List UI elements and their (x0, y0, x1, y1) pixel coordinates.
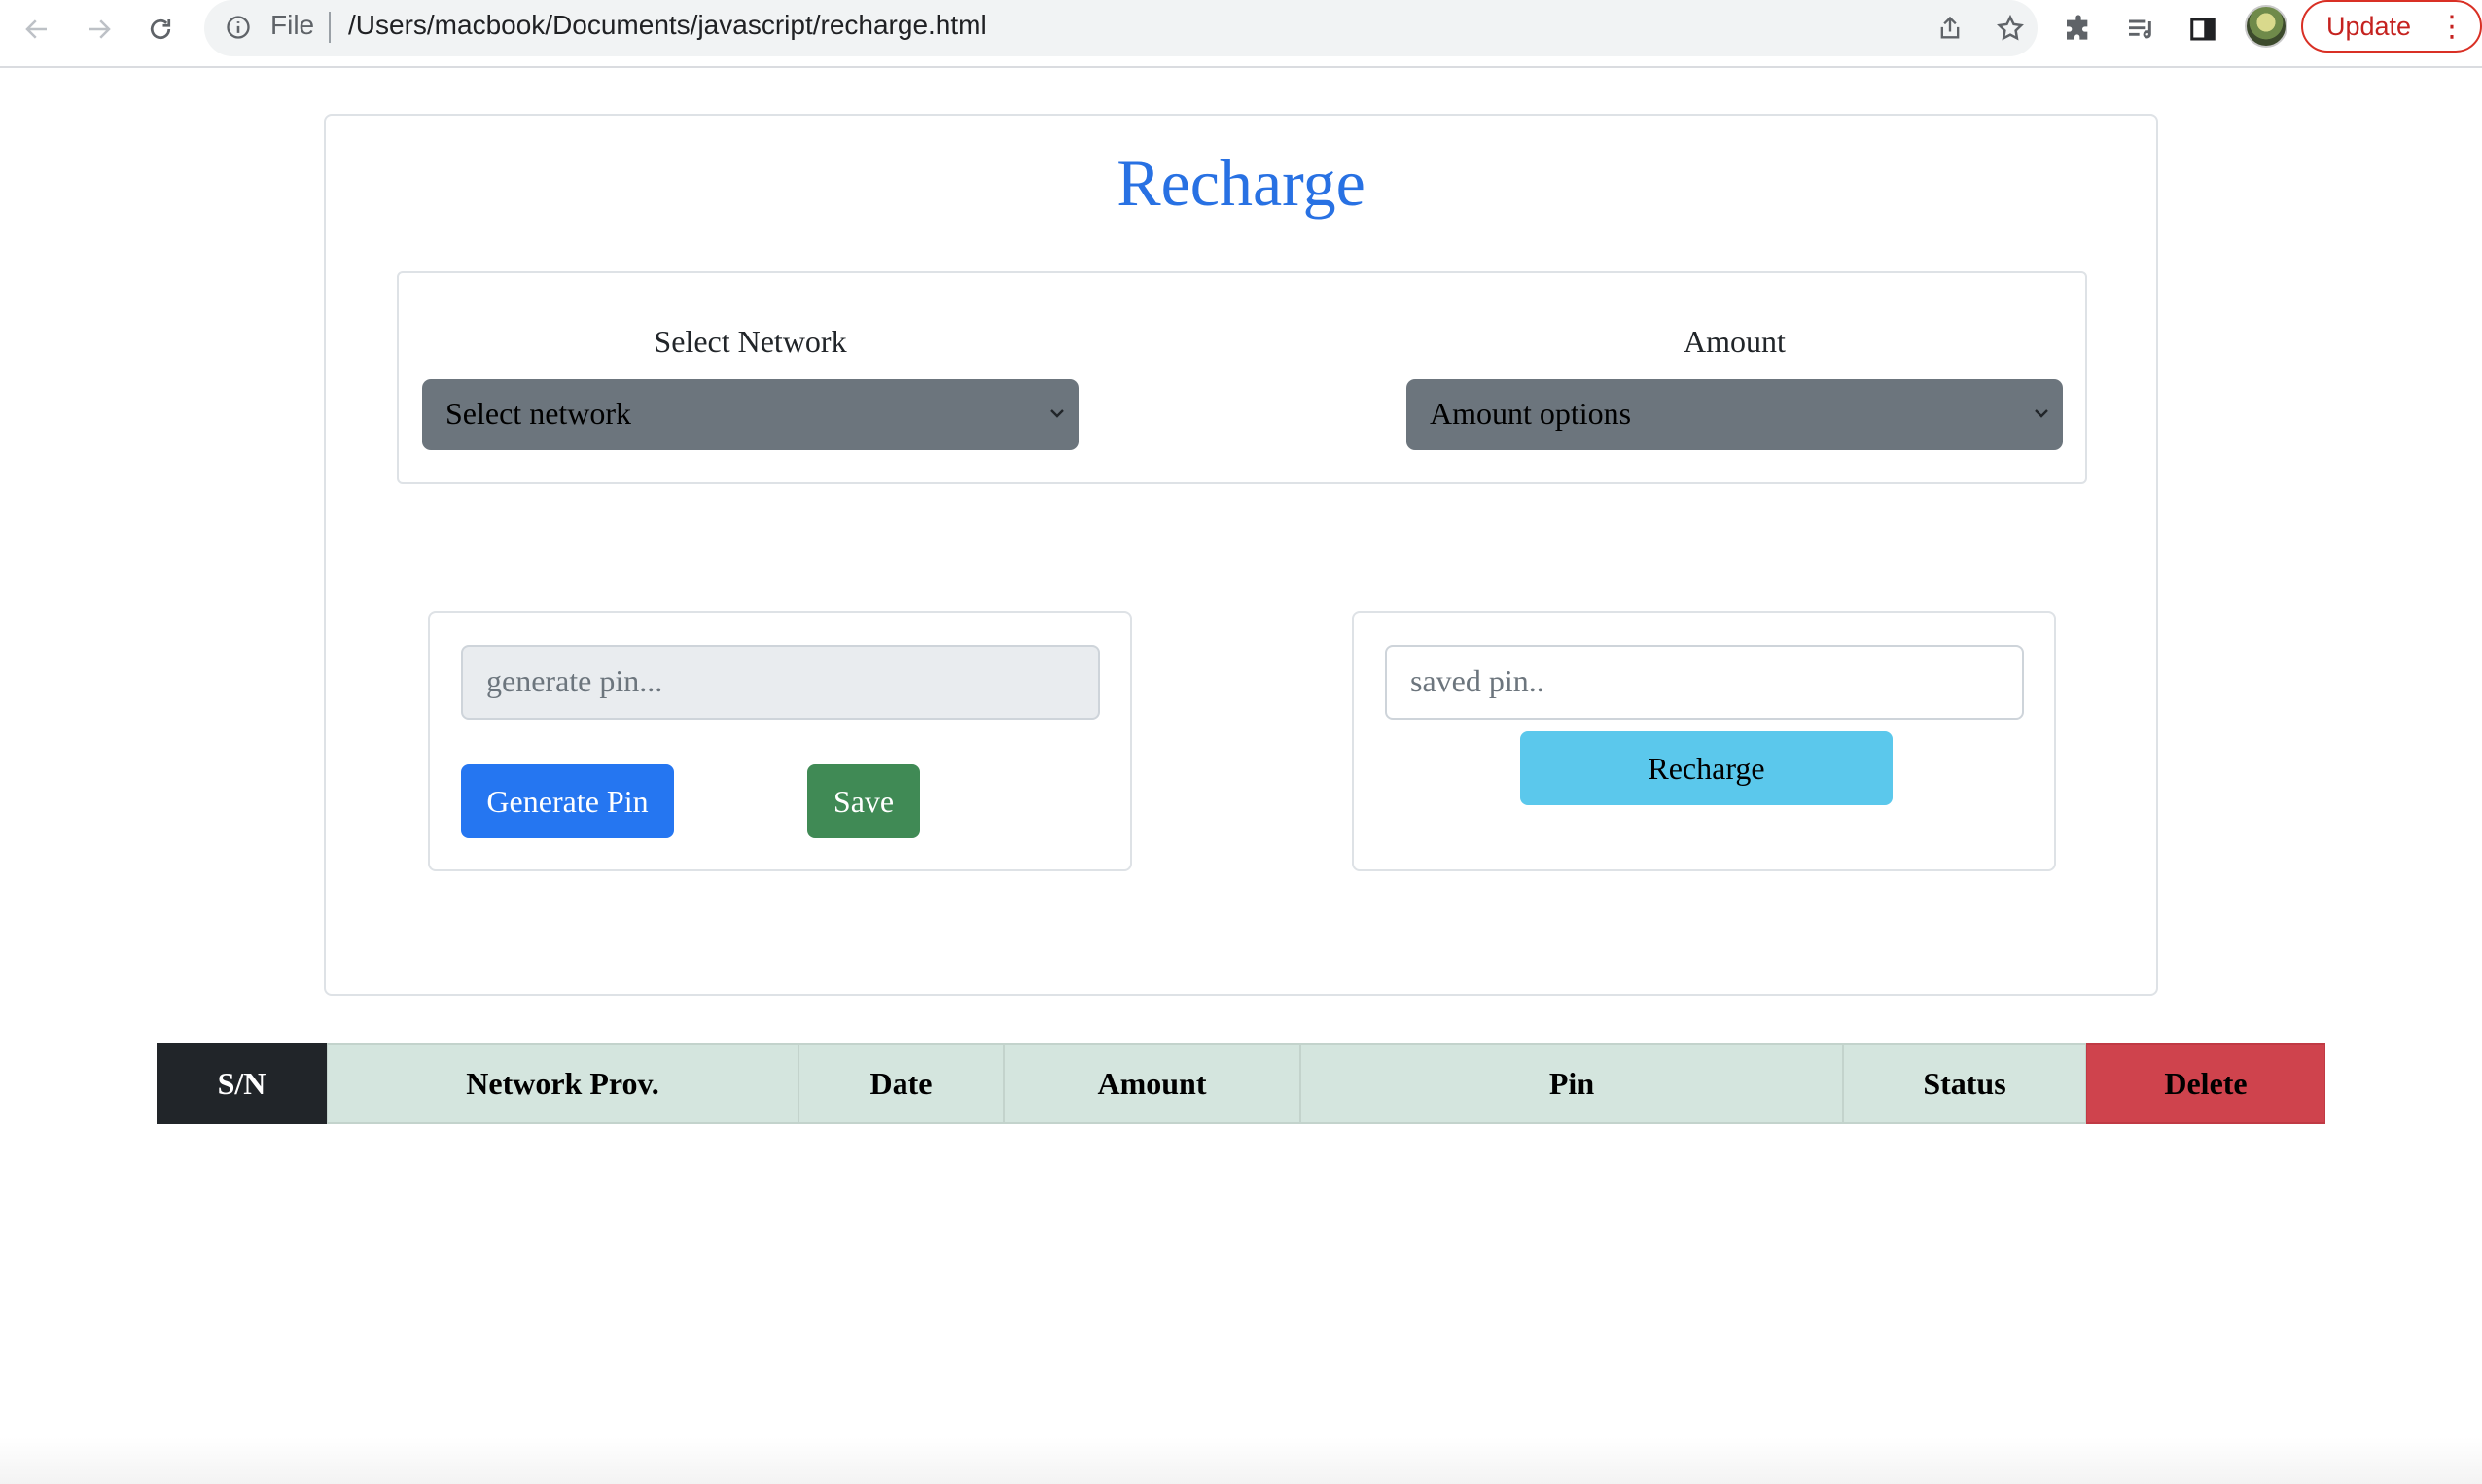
bookmark-star-icon[interactable] (1994, 12, 2027, 45)
side-panel-icon[interactable] (2183, 10, 2222, 49)
saved-pin-field[interactable]: saved pin.. (1385, 645, 2024, 720)
update-label: Update (2326, 12, 2412, 41)
omnibox-divider (329, 12, 331, 43)
reload-icon[interactable] (139, 8, 182, 51)
generate-pin-button[interactable]: Generate Pin (461, 764, 674, 838)
url-text[interactable]: /Users/macbook/Documents/javascript/rech… (348, 10, 987, 41)
profile-avatar[interactable] (2245, 5, 2287, 48)
browser-toolbar: File /Users/macbook/Documents/javascript… (0, 0, 2482, 68)
column-header-delete: Delete (2086, 1043, 2325, 1124)
network-select[interactable]: Select network (422, 379, 1079, 450)
url-scheme-label: File (270, 10, 315, 40)
recharge-button[interactable]: Recharge (1520, 731, 1893, 805)
column-header-network: Network Prov. (327, 1043, 798, 1124)
recharge-panel: saved pin.. Recharge (1352, 611, 2056, 871)
chevron-down-icon (2035, 409, 2048, 418)
address-bar[interactable]: File /Users/macbook/Documents/javascript… (204, 0, 2038, 56)
info-icon[interactable] (224, 13, 253, 42)
generated-pin-field[interactable]: generate pin... (461, 645, 1100, 720)
selection-panel: Select Network Select network Amount Amo… (397, 271, 2087, 484)
history-table-header: S/N Network Prov. Date Amount Pin Status… (157, 1043, 2325, 1124)
amount-select-value: Amount options (1430, 396, 1632, 431)
column-header-date: Date (798, 1043, 1004, 1124)
save-button[interactable]: Save (807, 764, 920, 838)
column-header-amount: Amount (1004, 1043, 1300, 1124)
menu-dots-icon[interactable]: ⋮ (2437, 8, 2466, 47)
share-icon[interactable] (1933, 12, 1967, 45)
column-header-status: Status (1843, 1043, 2086, 1124)
back-icon[interactable] (16, 8, 58, 51)
network-label: Select Network (654, 324, 847, 359)
amount-label: Amount (1684, 324, 1786, 359)
forward-icon[interactable] (78, 8, 121, 51)
column-header-pin: Pin (1300, 1043, 1843, 1124)
network-select-value: Select network (445, 396, 632, 431)
amount-select[interactable]: Amount options (1406, 379, 2063, 450)
reading-list-icon[interactable] (2121, 10, 2160, 49)
page-title: Recharge (1117, 146, 1365, 220)
generate-pin-panel: generate pin... Generate Pin Save (428, 611, 1132, 871)
page-bottom-edge (0, 1437, 2482, 1484)
column-header-sn: S/N (157, 1043, 327, 1124)
extensions-icon[interactable] (2059, 10, 2098, 49)
chevron-down-icon (1050, 409, 1064, 418)
recharge-card: Recharge Select Network Select network A… (324, 114, 2158, 996)
update-button[interactable]: Update ⋮ (2301, 0, 2482, 53)
